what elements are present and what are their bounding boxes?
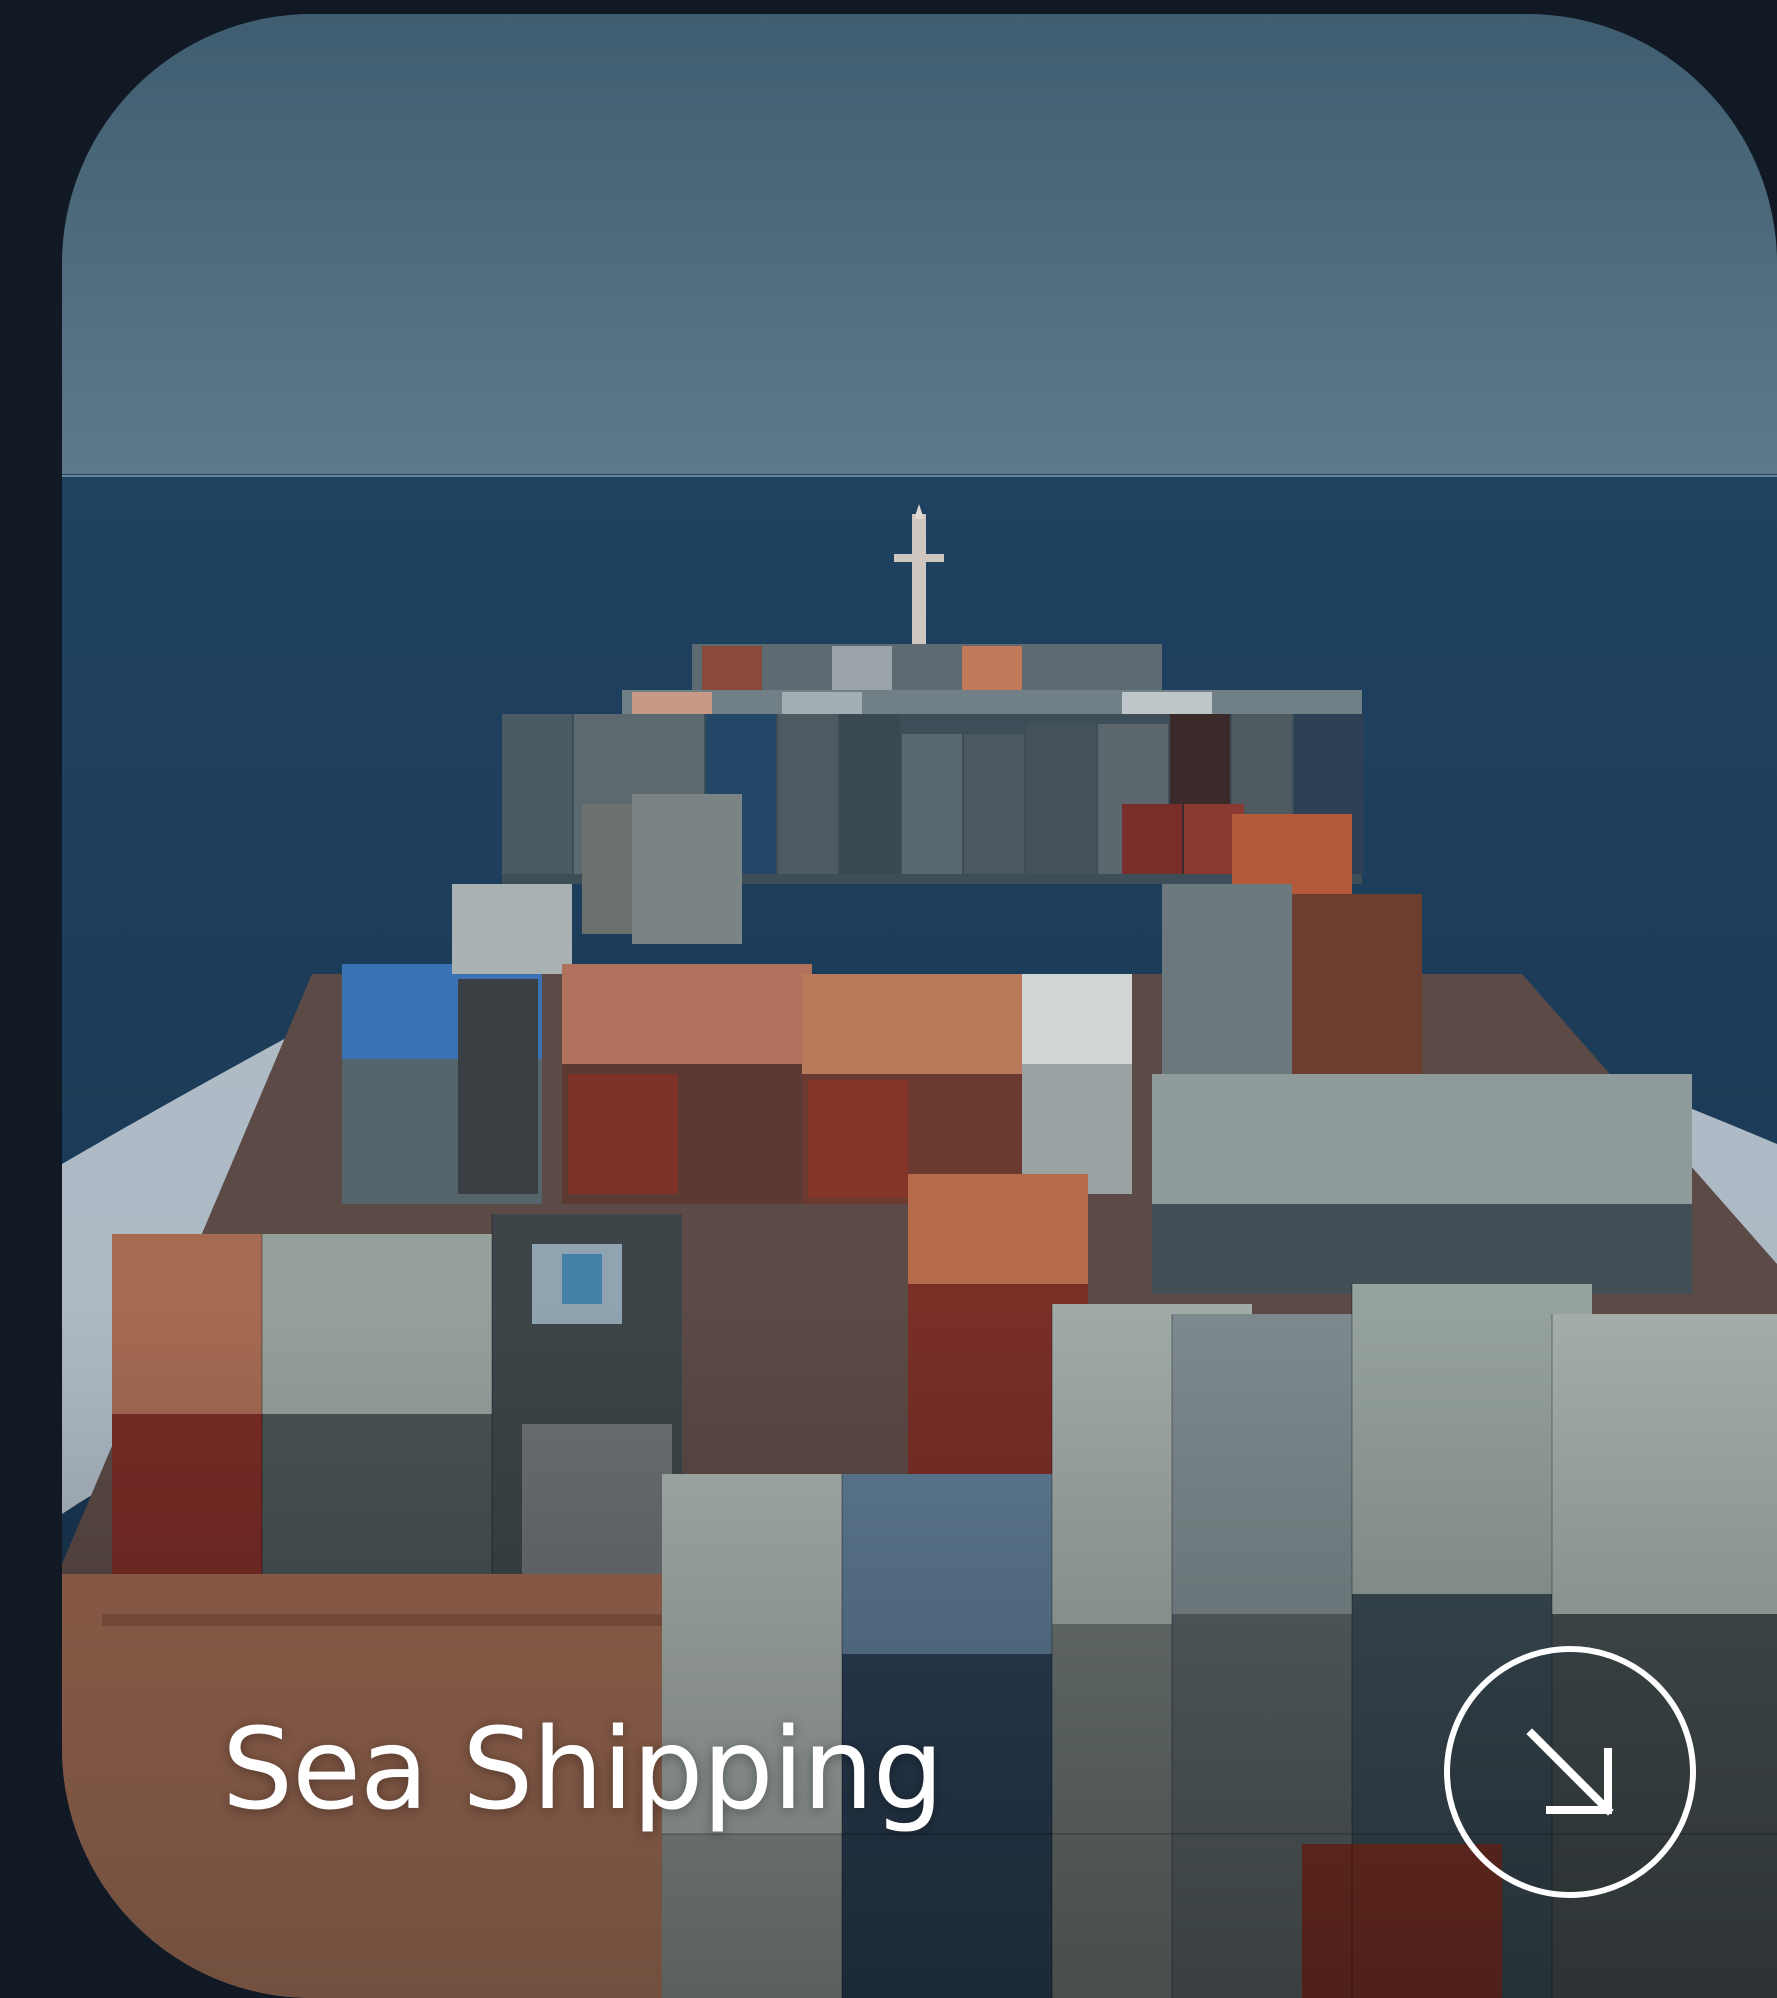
service-card-sea-shipping[interactable]: Sea Shipping [62, 14, 1777, 1998]
open-card-button[interactable] [1444, 1646, 1696, 1898]
card-title: Sea Shipping [222, 1705, 944, 1835]
arrow-down-right-icon [1526, 1728, 1614, 1816]
